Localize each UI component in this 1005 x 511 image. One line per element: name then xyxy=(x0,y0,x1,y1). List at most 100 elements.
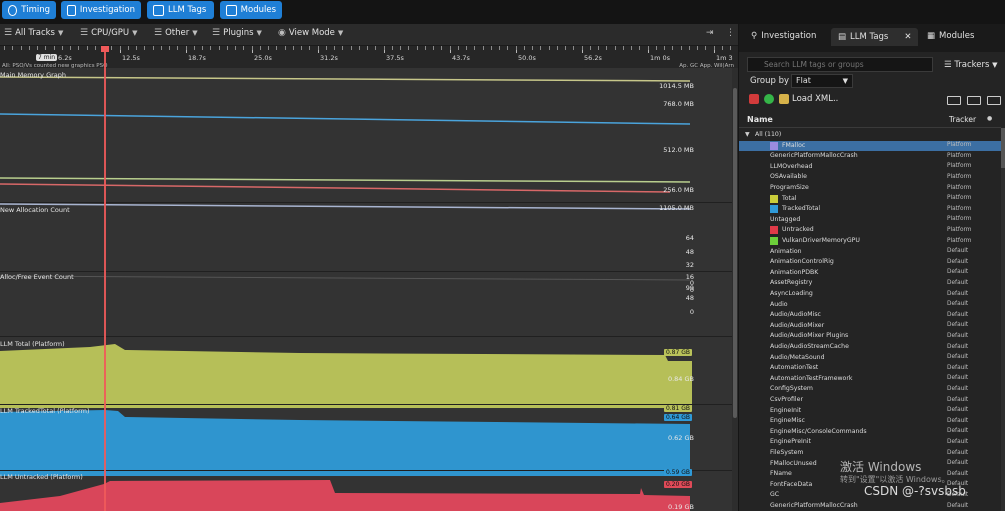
cpu-gpu-menu[interactable]: ☰ CPU/GPU ▼ xyxy=(80,28,138,38)
ruler-minor-tick xyxy=(235,46,236,50)
other-menu[interactable]: ☰ Other ▼ xyxy=(154,28,198,38)
ruler-minor-tick xyxy=(4,46,5,50)
tree-row[interactable]: Untagged Platform xyxy=(739,215,1001,226)
tree-row[interactable]: LLMOverhead Platform xyxy=(739,162,1001,173)
tree-row-name: FontFaceData xyxy=(770,480,813,488)
ruler-minor-tick xyxy=(334,46,335,50)
collapse-panel-button[interactable]: ⇥ xyxy=(706,28,714,38)
panel-tab-investigation[interactable]: ⚲ Investigation xyxy=(751,31,816,41)
tree-row[interactable]: AutomationTestFramework Default xyxy=(739,374,1001,385)
tree-row[interactable]: EngineMisc/ConsoleCommands Default xyxy=(739,427,1001,438)
all-tracks-menu[interactable]: ☰ All Tracks ▼ xyxy=(4,28,63,38)
tree-scrollbar[interactable] xyxy=(1001,128,1005,511)
tree-row[interactable]: Audio/MetaSound Default xyxy=(739,353,1001,364)
tree-row[interactable]: Audio Default xyxy=(739,300,1001,311)
tag-color-swatch[interactable] xyxy=(770,194,778,203)
all-tracks-label: All Tracks xyxy=(15,28,55,38)
tree-row-tracker: Default xyxy=(947,470,969,477)
tree-row[interactable]: AssetRegistry Default xyxy=(739,278,1001,289)
tree-row[interactable]: CsvProfiler Default xyxy=(739,395,1001,406)
tree-row[interactable]: TrackedTotal Platform xyxy=(739,204,1001,215)
track-separator xyxy=(0,202,732,203)
ruler-minor-tick xyxy=(325,46,327,50)
tree-row-tracker: Platform xyxy=(947,173,972,180)
compact-view-icon[interactable] xyxy=(967,96,981,105)
tag-color-swatch[interactable] xyxy=(770,237,778,245)
ruler-minor-tick xyxy=(160,46,162,50)
panel-tab-modules[interactable]: ▦ Modules xyxy=(927,31,974,41)
tree-row[interactable]: EngineMisc Default xyxy=(739,416,1001,427)
time-cursor-line[interactable] xyxy=(104,46,106,511)
tree-row[interactable]: AutomationTest Default xyxy=(739,363,1001,374)
close-icon[interactable]: ✕ xyxy=(904,32,911,42)
tree-row[interactable]: GenericPlatformMallocCrash Platform xyxy=(739,151,1001,162)
time-marker[interactable]: 7 min xyxy=(36,54,58,61)
tree-row[interactable]: Audio/AudioStreamCache Default xyxy=(739,342,1001,353)
tree-row[interactable]: EnginePreInit Default xyxy=(739,437,1001,448)
column-header-name[interactable]: Name xyxy=(747,115,773,124)
tree-row-name: EngineMisc/ConsoleCommands xyxy=(770,427,867,435)
panel-tab-modules-label: Modules xyxy=(939,31,975,41)
track-title[interactable]: Main Memory Graph xyxy=(0,71,66,79)
tree-row[interactable]: FMalloc Platform xyxy=(739,140,1001,152)
tree-row[interactable]: AnimationControlRig Default xyxy=(739,257,1001,268)
tree-row[interactable]: Untracked Platform xyxy=(739,225,1001,236)
track-title[interactable]: LLM Untracked (Platform) xyxy=(0,473,83,481)
tree-row[interactable]: ConfigSystem Default xyxy=(739,384,1001,395)
tree-row[interactable]: ProgramSize Platform xyxy=(739,183,1001,194)
panel-tab-llm-tags[interactable]: ▤ LLM Tags ✕ xyxy=(831,28,919,46)
tree-row[interactable]: Audio/AudioMixer Plugins Default xyxy=(739,331,1001,342)
tree-row-tracker: Default xyxy=(947,438,969,445)
expand-arrow-icon[interactable]: ▼ xyxy=(745,131,750,138)
refresh-icon[interactable] xyxy=(764,94,774,104)
llm-tags-tab-button[interactable]: LLM Tags xyxy=(147,1,214,19)
tree-row[interactable]: OSAvailable Platform xyxy=(739,172,1001,183)
plugins-menu[interactable]: ☰ Plugins ▼ xyxy=(212,28,262,38)
tag-color-swatch[interactable] xyxy=(770,205,778,214)
tag-color-swatch[interactable] xyxy=(770,141,778,150)
detail-view-icon[interactable] xyxy=(987,96,1001,105)
track-title[interactable]: Alloc/Free Event Count xyxy=(0,273,74,281)
tree-row[interactable]: ▼ All (110) xyxy=(739,130,1001,141)
column-header-tracker[interactable]: Tracker xyxy=(949,115,976,124)
track-title[interactable]: New Allocation Count xyxy=(0,206,70,214)
tree-row[interactable]: AnimationPDBK Default xyxy=(739,268,1001,279)
tree-row-name: Audio xyxy=(770,300,788,308)
trackers-dropdown[interactable]: ☰ Trackers ▼ xyxy=(944,60,998,70)
tree-row-name: Audio/AudioStreamCache xyxy=(770,343,849,350)
more-options-button[interactable]: ⋮ xyxy=(726,28,735,38)
tracks-area[interactable]: Main Memory Graph 1014.5 MB 768.0 MB 512.0 … xyxy=(0,68,732,511)
mode-bar: Timing Investigation LLM Tags Modules xyxy=(0,0,1005,24)
tree-row-tracker: Default xyxy=(947,375,969,382)
panel-actions: Load XML.. xyxy=(749,94,838,104)
tree-row[interactable]: FileSystem Default xyxy=(739,448,1001,459)
list-view-icon[interactable] xyxy=(947,96,961,105)
tree-row[interactable]: EngineInit Default xyxy=(739,406,1001,417)
tree-scrollbar-thumb[interactable] xyxy=(1001,128,1005,168)
view-mode-menu[interactable]: ◉ View Mode ▼ xyxy=(278,28,343,38)
tree-row[interactable]: VulkanDriverMemoryGPU Platform xyxy=(739,236,1001,247)
load-xml-label: Load XML.. xyxy=(792,94,839,104)
tree-row[interactable]: Animation Default xyxy=(739,247,1001,258)
track-value-label: 0.64 GB xyxy=(663,414,692,421)
tree-row[interactable]: Total Platform xyxy=(739,194,1001,205)
llm-tags-search-input[interactable] xyxy=(747,57,933,72)
load-xml-button[interactable]: Load XML.. xyxy=(779,94,838,104)
modules-tab-button[interactable]: Modules xyxy=(220,1,282,19)
tag-color-swatch[interactable] xyxy=(770,226,778,235)
tree-row[interactable]: AsyncLoading Default xyxy=(739,289,1001,300)
ruler-minor-tick xyxy=(185,46,187,50)
investigation-tab-button[interactable]: Investigation xyxy=(61,1,141,19)
tree-row[interactable]: GenericPlatformMallocCrash Default xyxy=(739,501,1001,511)
other-icon: ☰ xyxy=(154,28,163,38)
timing-tab-button[interactable]: Timing xyxy=(2,1,56,19)
track-value-label: 99 xyxy=(685,284,694,292)
track-title[interactable]: LLM TrackedTotal (Platform) xyxy=(0,407,90,415)
track-title[interactable]: LLM Total (Platform) xyxy=(0,340,65,348)
tree-row[interactable]: Audio/AudioMixer Default xyxy=(739,321,1001,332)
group-by-select[interactable]: Flat ▼ xyxy=(791,74,853,88)
scrollbar-thumb[interactable] xyxy=(733,88,737,418)
trash-icon[interactable] xyxy=(749,94,759,104)
tree-row[interactable]: Audio/AudioMisc Default xyxy=(739,310,1001,321)
time-ruler[interactable]: 7 min 6.2s All: PSO/Vs counted new graph… xyxy=(0,46,738,69)
